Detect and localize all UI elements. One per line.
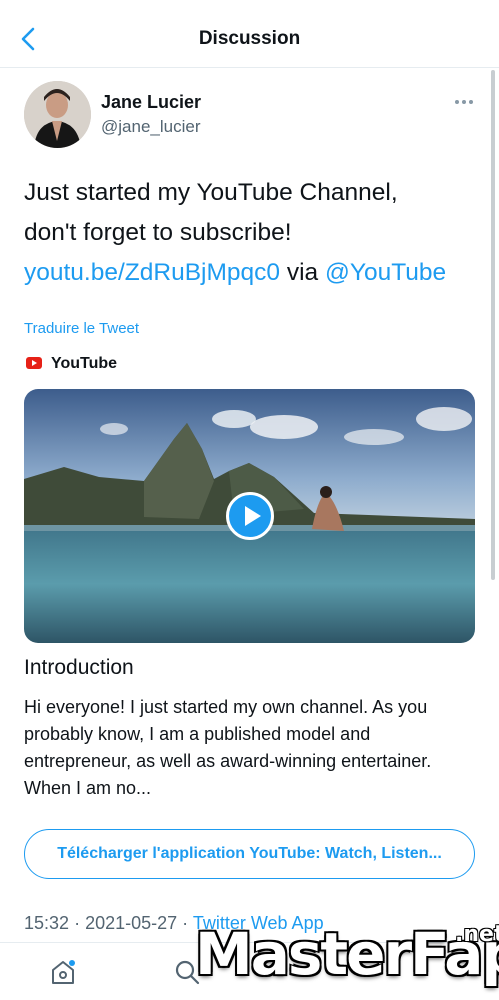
play-button-icon[interactable]	[226, 492, 274, 540]
top-bar: Discussion	[0, 0, 499, 68]
video-thumbnail[interactable]	[24, 389, 475, 643]
watermark-text: MasterFap	[195, 920, 499, 988]
separator: ·	[74, 913, 81, 933]
separator: ·	[182, 913, 189, 933]
avatar[interactable]	[24, 81, 91, 148]
card-title[interactable]: Introduction	[24, 656, 134, 680]
author-name[interactable]: Jane Lucier	[101, 92, 201, 113]
tweet-date: 2021-05-27	[85, 913, 178, 933]
tweet-text-line: Just started my YouTube Channel,	[24, 179, 398, 206]
tweet-text-line: don't forget to subscribe!	[24, 219, 292, 246]
mention-link[interactable]: @YouTube	[325, 259, 446, 286]
card-source-label: YouTube	[51, 355, 118, 372]
tweet-time: 15:32	[24, 913, 70, 933]
scrollbar[interactable]	[491, 70, 495, 580]
page-title: Discussion	[198, 28, 301, 49]
translate-tweet-link[interactable]: Traduire le Tweet	[24, 320, 139, 337]
tweet-via-text: via	[286, 259, 319, 286]
watermark-domain: .net	[455, 922, 499, 947]
author-handle[interactable]: @jane_lucier	[101, 117, 200, 137]
tweet-url-link[interactable]: youtu.be/ZdRuBjMpqc0	[24, 259, 280, 286]
home-icon[interactable]	[48, 957, 78, 987]
card-description: Hi everyone! I just started my own chann…	[24, 697, 432, 798]
more-options-icon[interactable]	[452, 92, 476, 112]
tweet-text: Just started my YouTube Channel, don't f…	[24, 173, 484, 293]
youtube-icon	[26, 357, 42, 369]
download-app-button[interactable]: Télécharger l'application YouTube: Watch…	[24, 829, 475, 879]
tweet-link-line: youtu.be/ZdRuBjMpqc0 via @YouTube	[24, 253, 484, 293]
